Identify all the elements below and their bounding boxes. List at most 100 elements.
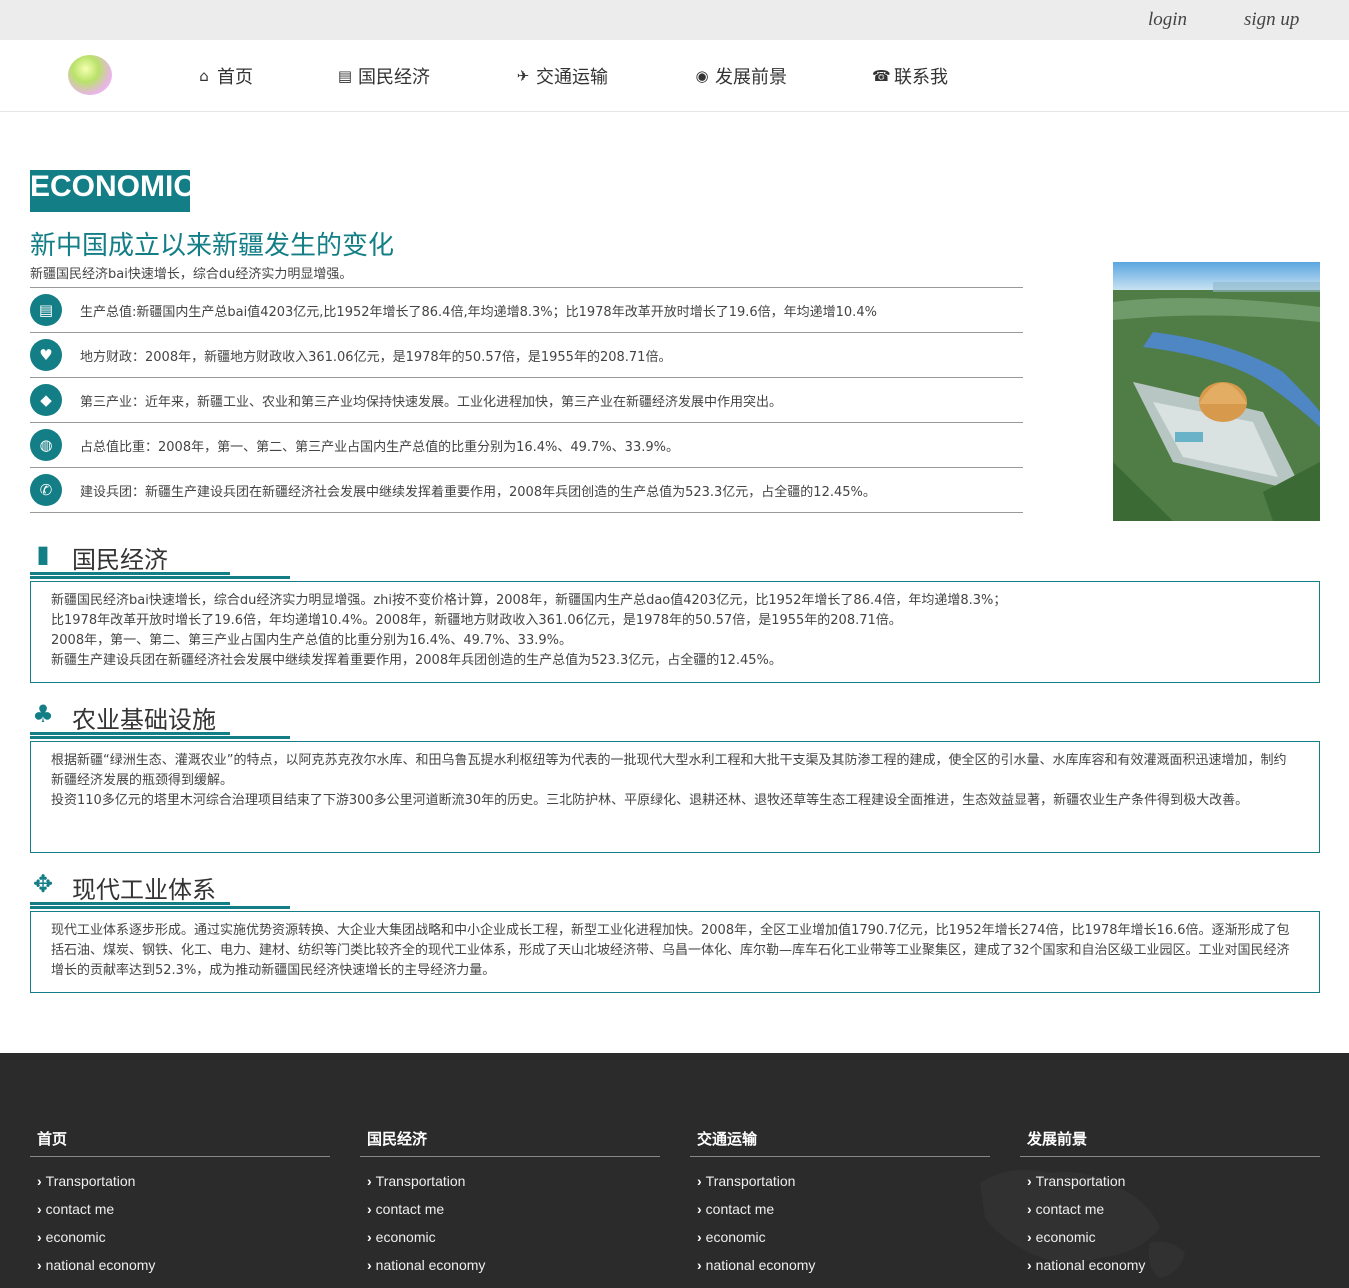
chevron-right-icon: ›	[367, 1229, 372, 1245]
list-item: ♥ 地方财政：2008年，新疆地方财政收入361.06亿元，是1978年的50.…	[30, 333, 1023, 378]
chevron-right-icon: ›	[1027, 1173, 1032, 1189]
footer-link[interactable]: › national economy	[1020, 1255, 1320, 1283]
footer-link[interactable]: › Transportation	[690, 1171, 990, 1199]
money-icon: ▤	[337, 67, 353, 85]
page-title: 新中国成立以来新疆发生的变化	[30, 231, 395, 261]
divider	[30, 902, 230, 905]
paragraph: 新疆国民经济bai快速增长，综合du经济实力明显增强。zhi按不变价格计算，20…	[51, 593, 1007, 608]
plane-icon: ✈	[516, 67, 530, 85]
section-header-industry: ✥ 现代工业体系	[30, 870, 290, 910]
footer-link-label: national economy	[1035, 1257, 1146, 1273]
divider	[30, 576, 290, 579]
footer-link[interactable]: › contact me	[690, 1199, 990, 1227]
list-item: ◆ 第三产业：近年来，新疆工业、农业和第三产业均保持快速发展。工业化进程加快，第…	[30, 378, 1023, 423]
list-item: ✆ 建设兵团：新疆生产建设兵团在新疆经济社会发展中继续发挥着重要作用，2008年…	[30, 468, 1023, 513]
footer-link-label: Transportation	[45, 1173, 136, 1189]
footer-link[interactable]: › contact me	[1020, 1199, 1320, 1227]
section-box-economy: 新疆国民经济bai快速增长，综合du经济实力明显增强。zhi按不变价格计算，20…	[30, 581, 1320, 683]
nav-item-economy[interactable]: ▤ 国民经济	[336, 63, 430, 89]
chevron-right-icon: ›	[367, 1257, 372, 1273]
divider	[30, 572, 230, 575]
site-footer: 首页 › Transportation › contact me › economic…	[0, 1053, 1349, 1288]
eye-icon: ◉	[695, 67, 709, 85]
nav-label: 首页	[217, 67, 253, 88]
footer-link-label: contact me	[1035, 1201, 1105, 1217]
chevron-right-icon: ›	[37, 1201, 42, 1217]
footer-link-label: national economy	[705, 1257, 816, 1273]
footer-heading: 国民经济	[360, 1128, 660, 1157]
footer-link[interactable]: › economic	[360, 1227, 660, 1255]
phone-icon: ✆	[30, 474, 62, 506]
site-logo[interactable]	[68, 55, 112, 95]
section-title: 国民经济	[72, 546, 168, 574]
footer-heading: 发展前景	[1020, 1128, 1320, 1157]
footer-link[interactable]: › national economy	[690, 1255, 990, 1283]
chevron-right-icon: ›	[697, 1173, 702, 1189]
login-link[interactable]: login	[1148, 9, 1187, 31]
paragraph: 2008年，第一、第二、第三产业占国内生产总值的比重分别为16.4%、49.7%…	[51, 633, 572, 648]
nav-item-prospects[interactable]: ◉ 发展前景	[693, 63, 787, 89]
nav-label: 国民经济	[358, 67, 430, 88]
divider	[30, 906, 290, 909]
paragraph: 比1978年改革开放时增长了19.6倍，年均递增10.4%。2008年，新疆地方…	[51, 613, 902, 628]
footer-link-label: Transportation	[1035, 1173, 1126, 1189]
footer-link-label: Transportation	[375, 1173, 466, 1189]
footer-column-economy: 国民经济 › Transportation › contact me › econom…	[360, 1128, 660, 1283]
page-subtitle: 新疆国民经济bai快速增长，综合du经济实力明显增强。	[30, 267, 353, 282]
chevron-right-icon: ›	[1027, 1229, 1032, 1245]
footer-link[interactable]: › national economy	[30, 1255, 330, 1283]
list-item-text: 建设兵团：新疆生产建设兵团在新疆经济社会发展中继续发挥着重要作用，2008年兵团…	[80, 484, 876, 500]
top-bar: login sign up	[0, 0, 1349, 40]
footer-link[interactable]: › national economy	[360, 1255, 660, 1283]
chevron-right-icon: ›	[37, 1229, 42, 1245]
section-header-economy: ▮ 国民经济	[30, 540, 290, 580]
section-box-agriculture: 根据新疆“绿洲生态、灌溉农业”的特点，以阿克苏克孜尔水库、和田乌鲁瓦提水利枢纽等…	[30, 741, 1320, 853]
nav-item-transport[interactable]: ✈ 交通运输	[514, 63, 608, 89]
footer-link-label: contact me	[375, 1201, 445, 1217]
tree-icon: ♣	[32, 700, 54, 728]
signup-link[interactable]: sign up	[1244, 9, 1299, 31]
divider	[30, 732, 230, 735]
document-icon: ▤	[30, 294, 62, 326]
aerial-city-illustration	[1113, 262, 1320, 521]
chevron-right-icon: ›	[367, 1173, 372, 1189]
footer-link-label: national economy	[45, 1257, 156, 1273]
list-item: ◍ 占总值比重：2008年，第一、第二、第三产业占国内生产总值的比重分别为16.…	[30, 423, 1023, 468]
tags-icon: ◆	[30, 384, 62, 416]
footer-link-label: economic	[45, 1229, 106, 1245]
footer-link[interactable]: › contact me	[360, 1199, 660, 1227]
footer-link-label: contact me	[705, 1201, 775, 1217]
footer-link[interactable]: › Transportation	[1020, 1171, 1320, 1199]
nav-item-home[interactable]: ⌂ 首页	[195, 63, 253, 89]
list-item-text: 占总值比重：2008年，第一、第二、第三产业占国内生产总值的比重分别为16.4%…	[80, 439, 679, 455]
footer-link[interactable]: › Transportation	[360, 1171, 660, 1199]
chevron-right-icon: ›	[697, 1201, 702, 1217]
footer-link-label: economic	[1035, 1229, 1096, 1245]
aerial-city-image	[1113, 262, 1320, 521]
paragraph: 新疆生产建设兵团在新疆经济社会发展中继续发挥着重要作用，2008年兵团创造的生产…	[51, 653, 782, 668]
footer-column-prospects: 发展前景 › Transportation › contact me › econom…	[1020, 1128, 1320, 1283]
globe-icon: ◍	[30, 429, 62, 461]
footer-link[interactable]: › economic	[1020, 1227, 1320, 1255]
footer-link-label: contact me	[45, 1201, 115, 1217]
nav-item-contact[interactable]: ☎ 联系我	[872, 63, 948, 89]
nav-label: 发展前景	[715, 67, 787, 88]
footer-link[interactable]: › economic	[30, 1227, 330, 1255]
footer-link-label: national economy	[375, 1257, 486, 1273]
home-icon: ⌂	[199, 67, 209, 85]
footer-column-transport: 交通运输 › Transportation › contact me › econom…	[690, 1128, 990, 1283]
paragraph: 根据新疆“绿洲生态、灌溉农业”的特点，以阿克苏克孜尔水库、和田乌鲁瓦提水利枢纽等…	[51, 753, 1287, 788]
footer-link[interactable]: › contact me	[30, 1199, 330, 1227]
footer-link[interactable]: › Transportation	[30, 1171, 330, 1199]
section-header-agriculture: ♣ 农业基础设施	[30, 700, 290, 740]
list-item-text: 地方财政：2008年，新疆地方财政收入361.06亿元，是1978年的50.57…	[80, 349, 672, 365]
footer-column-home: 首页 › Transportation › contact me › economic…	[30, 1128, 330, 1283]
chevron-right-icon: ›	[1027, 1257, 1032, 1273]
heart-icon: ♥	[30, 339, 62, 371]
footer-link[interactable]: › economic	[690, 1227, 990, 1255]
paragraph: 现代工业体系逐步形成。通过实施优势资源转换、大企业大集团战略和中小企业成长工程，…	[51, 923, 1290, 978]
chevron-right-icon: ›	[697, 1229, 702, 1245]
chevron-right-icon: ›	[37, 1257, 42, 1273]
footer-link-label: Transportation	[705, 1173, 796, 1189]
footer-heading: 首页	[30, 1128, 330, 1157]
